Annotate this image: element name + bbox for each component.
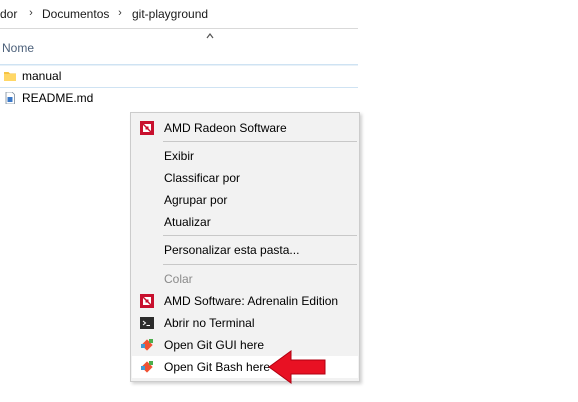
amd-icon [140, 294, 154, 308]
breadcrumb: dor › Documentos › git-playground [0, 0, 358, 29]
menu-item-amd-radeon[interactable]: AMD Radeon Software [132, 117, 358, 139]
folder-icon [4, 70, 16, 82]
file-name: manual [22, 69, 62, 83]
menu-separator [163, 141, 357, 142]
menu-item-exibir[interactable]: Exibir [132, 145, 358, 167]
file-name: README.md [22, 91, 94, 105]
menu-item-label: Agrupar por [164, 193, 228, 207]
file-row-readme[interactable]: README.md [0, 88, 358, 109]
menu-item-label: Atualizar [164, 215, 211, 229]
column-header-row: Nome [0, 29, 358, 66]
column-header-name[interactable]: Nome [2, 41, 34, 55]
menu-item-label: AMD Software: Adrenalin Edition [164, 294, 339, 308]
header-divider [0, 64, 358, 65]
breadcrumb-separator-icon: › [29, 7, 33, 19]
context-menu: AMD Radeon Software Exibir Classificar p… [130, 112, 360, 382]
chevron-up-icon [205, 31, 215, 41]
menu-item-atualizar[interactable]: Atualizar [132, 211, 358, 233]
markdown-file-icon [4, 91, 16, 105]
menu-separator [163, 264, 357, 265]
red-arrow-icon [267, 349, 327, 385]
breadcrumb-item-documentos[interactable]: Documentos [42, 7, 109, 21]
menu-item-colar: Colar [132, 268, 358, 290]
menu-item-label: Open Git Bash here [164, 360, 271, 374]
menu-item-label: Classificar por [164, 171, 241, 185]
file-row-folder[interactable]: manual [0, 66, 358, 87]
git-icon [140, 360, 154, 374]
breadcrumb-separator-icon: › [118, 7, 122, 19]
breadcrumb-item-user[interactable]: dor [0, 7, 17, 21]
menu-item-classificar-por[interactable]: Classificar por [132, 167, 358, 189]
menu-item-abrir-terminal[interactable]: Abrir no Terminal [132, 312, 358, 334]
menu-item-label: Personalizar esta pasta... [164, 243, 300, 257]
menu-item-amd-adrenalin[interactable]: AMD Software: Adrenalin Edition [132, 290, 358, 312]
git-icon [140, 338, 154, 352]
menu-item-personalizar-pasta[interactable]: Personalizar esta pasta... [132, 239, 358, 261]
amd-icon [140, 121, 154, 135]
breadcrumb-item-git-playground[interactable]: git-playground [132, 7, 208, 21]
menu-item-label: Colar [164, 272, 193, 286]
menu-item-label: AMD Radeon Software [164, 121, 287, 135]
menu-item-label: Exibir [164, 149, 195, 163]
menu-separator [163, 235, 357, 236]
menu-item-label: Open Git GUI here [164, 338, 265, 352]
file-explorer-window: dor › Documentos › git-playground Nome m… [0, 0, 578, 402]
menu-item-label: Abrir no Terminal [164, 316, 255, 330]
terminal-icon [140, 316, 154, 330]
menu-item-agrupar-por[interactable]: Agrupar por [132, 189, 358, 211]
